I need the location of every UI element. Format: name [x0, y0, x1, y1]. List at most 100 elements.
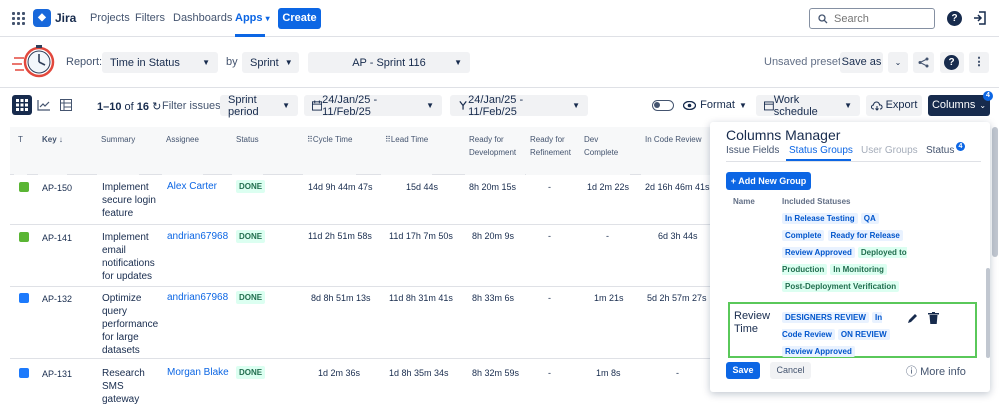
date-range-select-2[interactable]: 24/Jan/25 - 11/Feb/25 ▼ [450, 94, 588, 118]
tab-user-groups[interactable]: User Groups [861, 145, 918, 156]
chevron-down-icon: ▼ [426, 101, 434, 110]
help-icon: ? [944, 55, 959, 70]
header-cycle-time[interactable]: ⠿Cycle Time [303, 127, 357, 175]
panel-scrollbar[interactable] [986, 268, 990, 358]
more-info-link[interactable]: ⓘ More info [906, 363, 966, 379]
column-header-statuses: Included Statuses [782, 197, 851, 206]
issue-summary: Implement email notifications for update… [102, 232, 155, 282]
add-new-group-button[interactable]: + Add New Group [726, 172, 811, 190]
nav-projects[interactable]: Projects [90, 12, 130, 24]
sign-out-icon[interactable] [973, 11, 987, 25]
work-schedule-select[interactable]: Work schedule ▼ [756, 94, 860, 118]
assignee-link[interactable]: Alex Carter [167, 181, 217, 192]
header-dev-complete[interactable]: Dev Complete [580, 127, 630, 175]
status-tag: Review Approved [782, 247, 855, 258]
jira-logo-icon[interactable]: ◆ [33, 9, 51, 27]
header-assignee[interactable]: Assignee [162, 127, 203, 175]
nav-dashboards[interactable]: Dashboards [173, 12, 232, 24]
issue-key[interactable]: AP-131 [42, 369, 72, 379]
merge-icon [459, 101, 467, 110]
column-header-name: Name [733, 197, 755, 206]
app-switcher-icon[interactable] [12, 12, 25, 25]
assignee-link[interactable]: andrian67968 [167, 231, 228, 242]
refresh-icon[interactable]: ↻ [152, 101, 161, 113]
create-button[interactable]: Create [278, 8, 321, 29]
header-ready-ref[interactable]: Ready for Refinement [526, 127, 581, 175]
trash-icon[interactable] [928, 312, 939, 324]
chart-view-toggle[interactable] [34, 95, 54, 115]
status-tag: DESIGNERS REVIEW [782, 312, 869, 323]
nav-apps-label: Apps [235, 12, 263, 24]
unsaved-preset-label: Unsaved preset [764, 56, 842, 68]
ready-ref-value: - [548, 182, 551, 192]
header-summary[interactable]: Summary [97, 127, 140, 175]
header-key[interactable]: Key ↓ [38, 127, 67, 175]
search-input[interactable] [834, 12, 924, 25]
tab-status-groups[interactable]: Status Groups [789, 145, 853, 156]
cycle-time-value: 1d 2m 36s [318, 368, 361, 378]
pagination-count: 1–10 of 16 ↻ [97, 100, 161, 113]
assignee-link[interactable]: Morgan Blake [167, 367, 229, 378]
cloud-download-icon [870, 101, 883, 111]
more-vertical-icon: ⋮ [973, 56, 985, 68]
search-field[interactable] [809, 8, 935, 29]
status-badge: DONE [236, 230, 266, 243]
header-key-label: Key [42, 135, 57, 144]
by-label: by [226, 56, 238, 68]
chevron-down-icon: ▼ [454, 58, 462, 67]
code-review-value: 2d 16h 46m 41s [645, 182, 710, 192]
header-in-code-review[interactable]: In Code Review [641, 127, 711, 175]
table-view-toggle[interactable] [12, 95, 32, 115]
active-nav-indicator [235, 34, 265, 37]
tab-issue-fields[interactable]: Issue Fields [726, 145, 779, 156]
cycle-time-value: 14d 9h 44m 47s [308, 182, 373, 192]
sort-down-icon: ↓ [58, 135, 63, 144]
header-lead-time[interactable]: ⠿Lead Time [381, 127, 433, 175]
code-review-value: 6d 3h 44s [658, 231, 698, 241]
sprint-select[interactable]: AP - Sprint 116 ▼ [308, 52, 470, 73]
issue-key[interactable]: AP-132 [42, 294, 72, 304]
export-button[interactable]: Export [866, 95, 922, 116]
status-badge: DONE [236, 291, 266, 304]
cycle-time-value: 8d 8h 51m 13s [311, 293, 371, 303]
cancel-button[interactable]: Cancel [770, 362, 811, 379]
count-total: 16 [136, 101, 150, 113]
status-tag: In Monitoring [830, 264, 887, 275]
save-options-button[interactable]: ⌄ [888, 52, 908, 73]
toggle-switch[interactable] [652, 100, 674, 111]
date-range-select-1[interactable]: 24/Jan/25 - 11/Feb/25 ▼ [304, 94, 442, 118]
more-options-button[interactable]: ⋮ [969, 52, 989, 73]
nav-filters[interactable]: Filters [135, 12, 165, 24]
sprint-period-select[interactable]: Sprint period ▼ [220, 94, 298, 118]
nav-apps[interactable]: Apps ▾ [235, 12, 270, 24]
code-review-value: 5d 2h 57m 27s [647, 293, 707, 303]
issue-summary: Implement secure login feature [102, 182, 156, 219]
help-icon[interactable]: ? [947, 11, 962, 26]
edit-pencil-icon[interactable] [907, 313, 918, 324]
columns-button[interactable]: Columns ⌄ [928, 95, 990, 116]
format-button[interactable]: Format ▼ [680, 95, 750, 116]
header-ready-dev[interactable]: Ready for Development [465, 127, 525, 175]
app-name[interactable]: Jira [55, 11, 76, 25]
pivot-view-toggle[interactable] [56, 95, 76, 115]
header-type[interactable]: T [14, 127, 27, 175]
page-scrollbar[interactable] [992, 127, 998, 257]
assignee-link[interactable]: andrian67968 [167, 292, 228, 303]
status-done-label: DONE [236, 291, 266, 304]
group-by-value: Sprint [250, 56, 279, 69]
count-of: of [124, 101, 134, 113]
group-by-select[interactable]: Sprint ▼ [242, 52, 299, 73]
save-as-button[interactable]: Save as [840, 52, 883, 73]
header-status[interactable]: Status [232, 127, 263, 175]
chevron-down-icon: ▼ [572, 101, 580, 110]
story-type-icon [19, 182, 29, 192]
report-type-select[interactable]: Time in Status ▼ [102, 52, 218, 73]
info-icon: ⓘ [906, 366, 917, 378]
tab-status[interactable]: Status [926, 145, 954, 156]
issue-key[interactable]: AP-150 [42, 183, 72, 193]
group-name: Review Time [734, 310, 771, 335]
issue-key[interactable]: AP-141 [42, 233, 72, 243]
report-help-button[interactable]: ? [940, 52, 964, 73]
share-button[interactable] [913, 52, 934, 73]
save-button[interactable]: Save [726, 362, 760, 379]
